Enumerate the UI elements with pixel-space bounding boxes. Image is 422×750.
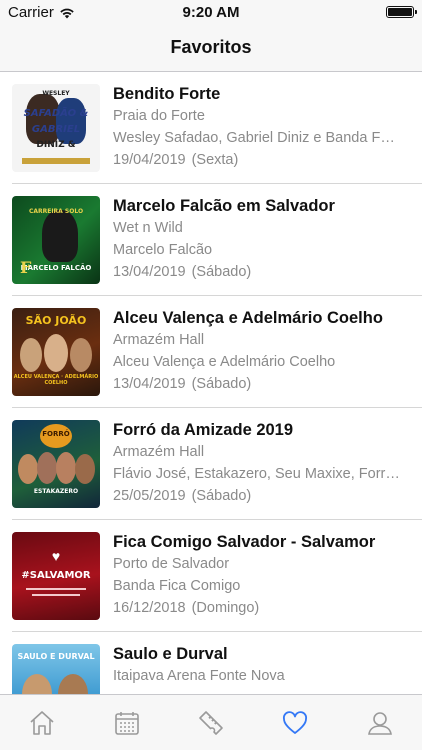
calendar-icon xyxy=(114,711,139,735)
event-info: Forró da Amizade 2019 Armazém Hall Flávi… xyxy=(113,408,422,519)
event-artists: Marcelo Falcão xyxy=(113,242,213,258)
event-info: Saulo e Durval Itaipava Arena Fonte Nova xyxy=(113,632,422,694)
event-venue: Porto de Salvador xyxy=(113,556,230,572)
event-title: Alceu Valença e Adelmário Coelho xyxy=(113,309,383,327)
event-weekday: (Domingo) xyxy=(191,600,260,616)
event-date-value: 19/04/2019 xyxy=(113,152,186,168)
event-info: Marcelo Falcão em Salvador Wet n Wild Ma… xyxy=(113,184,422,295)
event-artists: Flávio José, Estakazero, Seu Maxixe, For… xyxy=(113,466,400,482)
event-artists: Alceu Valença e Adelmário Coelho xyxy=(113,354,336,370)
event-thumbnail: SAULO E DURVAL xyxy=(12,644,100,694)
event-artists: Banda Fica Comigo xyxy=(113,578,241,594)
event-date-value: 13/04/2019 xyxy=(113,376,186,392)
event-title: Fica Comigo Salvador - Salvamor xyxy=(113,533,376,551)
event-thumbnail: SÃO JOÃO ALCEU VALENÇA · ADELMÁRIO COELH… xyxy=(12,308,100,396)
event-weekday: (Sexta) xyxy=(191,152,239,168)
ticket-icon xyxy=(199,710,223,735)
tab-calendar[interactable] xyxy=(84,695,168,750)
event-title: Bendito Forte xyxy=(113,85,221,103)
event-date: 16/12/2018 (Domingo) xyxy=(113,597,400,619)
tab-profile[interactable] xyxy=(338,695,422,750)
page-title: Favoritos xyxy=(170,37,252,57)
event-thumbnail: CARREIRA SOLO MARCELO FALCÃO F xyxy=(12,196,100,284)
event-thumbnail: WESLEY SAFADÃO & GABRIEL DINIZ & xyxy=(12,84,100,172)
tab-tickets[interactable] xyxy=(169,695,253,750)
event-row-fica-comigo[interactable]: ♥ #SALVAMOR Fica Comigo Salvador - Salva… xyxy=(12,520,422,632)
event-row-marcelo-falcao[interactable]: CARREIRA SOLO MARCELO FALCÃO F Marcelo F… xyxy=(12,184,422,296)
event-date: 19/04/2019 (Sexta) xyxy=(113,149,400,171)
navigation-bar: Favoritos xyxy=(0,24,422,72)
event-title: Saulo e Durval xyxy=(113,645,228,663)
event-weekday: (Sábado) xyxy=(191,264,252,280)
heart-icon xyxy=(283,710,308,734)
event-weekday: (Sábado) xyxy=(191,376,252,392)
event-venue: Armazém Hall xyxy=(113,444,205,460)
person-icon xyxy=(367,711,392,735)
event-weekday: (Sábado) xyxy=(191,488,252,504)
event-date-value: 16/12/2018 xyxy=(113,600,186,616)
event-venue: Armazém Hall xyxy=(113,332,205,348)
event-thumbnail: ♥ #SALVAMOR xyxy=(12,532,100,620)
home-icon xyxy=(30,710,54,735)
event-date-value: 13/04/2019 xyxy=(113,264,186,280)
event-date: 13/04/2019 (Sábado) xyxy=(113,261,400,283)
event-row-alceu-valenca[interactable]: SÃO JOÃO ALCEU VALENÇA · ADELMÁRIO COELH… xyxy=(12,296,422,408)
event-venue: Praia do Forte xyxy=(113,108,205,124)
event-row-saulo-e-durval[interactable]: SAULO E DURVAL Saulo e Durval Itaipava A… xyxy=(12,632,422,694)
status-bar: Carrier 9:20 AM xyxy=(0,0,422,24)
event-date: 25/05/2019 (Sábado) xyxy=(113,485,400,507)
event-info: Bendito Forte Praia do Forte Wesley Safa… xyxy=(113,72,422,183)
battery-icon xyxy=(386,6,417,18)
status-time: 9:20 AM xyxy=(182,4,240,21)
event-info: Alceu Valença e Adelmário Coelho Armazém… xyxy=(113,296,422,407)
event-thumbnail: FORRÓ ESTAKAZERO xyxy=(12,420,100,508)
event-venue: Itaipava Arena Fonte Nova xyxy=(113,668,285,684)
tab-bar xyxy=(0,694,422,750)
event-venue: Wet n Wild xyxy=(113,220,183,236)
event-date-value: 25/05/2019 xyxy=(113,488,186,504)
event-title: Forró da Amizade 2019 xyxy=(113,421,294,439)
event-artists: Wesley Safadao, Gabriel Diniz e Banda Fo… xyxy=(113,130,400,146)
event-info: Fica Comigo Salvador - Salvamor Porto de… xyxy=(113,520,422,631)
event-row-forro-da-amizade[interactable]: FORRÓ ESTAKAZERO Forró da Amizade 2019 A… xyxy=(12,408,422,520)
tab-home[interactable] xyxy=(0,695,84,750)
event-title: Marcelo Falcão em Salvador xyxy=(113,197,335,215)
event-date: 13/04/2019 (Sábado) xyxy=(113,373,400,395)
tab-favorites[interactable] xyxy=(253,695,337,750)
favorites-list[interactable]: WESLEY SAFADÃO & GABRIEL DINIZ & Bendito… xyxy=(0,72,422,694)
event-row-bendito-forte[interactable]: WESLEY SAFADÃO & GABRIEL DINIZ & Bendito… xyxy=(12,72,422,184)
